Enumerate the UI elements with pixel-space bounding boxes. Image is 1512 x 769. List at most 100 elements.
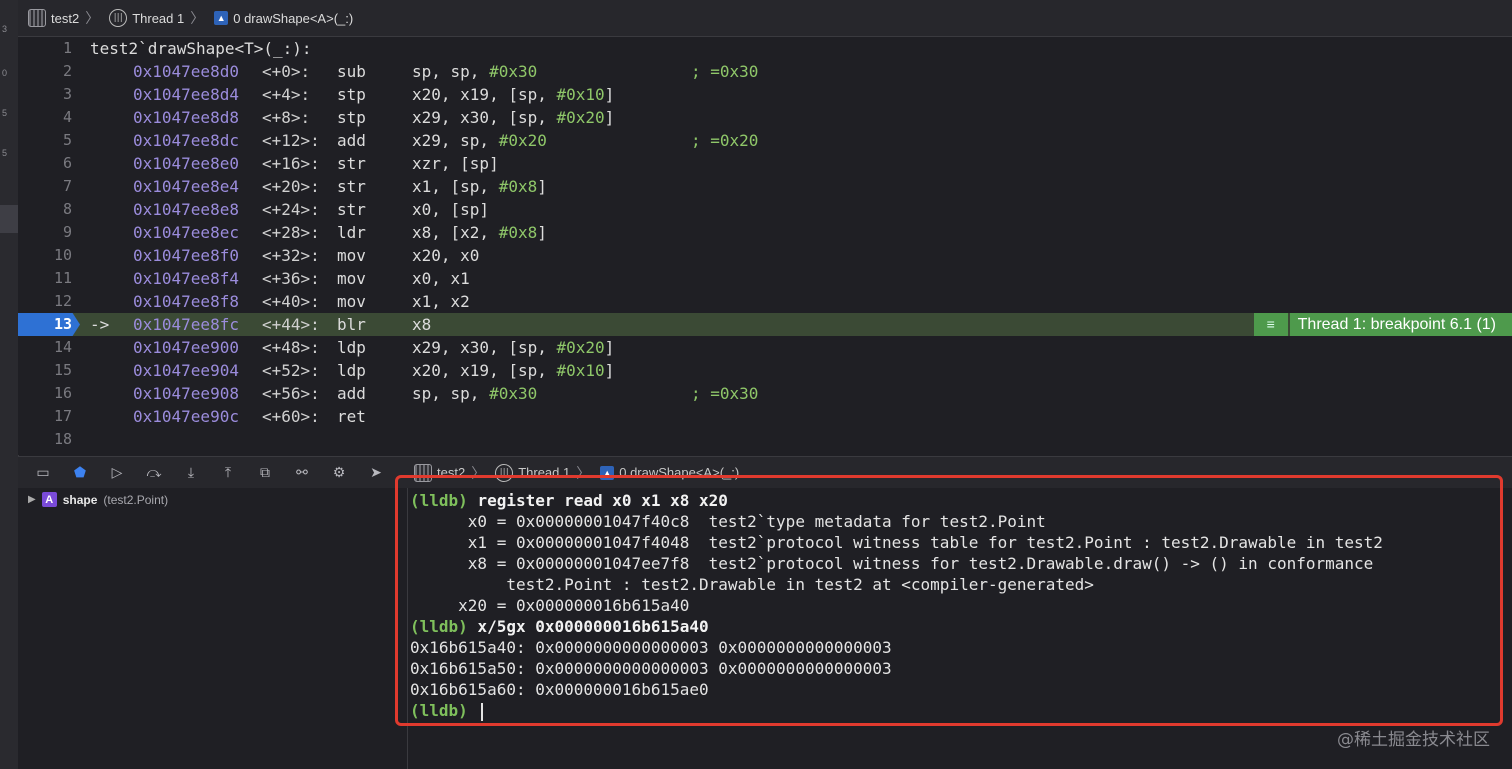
instruction-offset: <+36>: — [262, 269, 320, 288]
view-hierarchy-icon[interactable]: ⧉ — [253, 461, 277, 485]
code-line[interactable]: 6 0x1047ee8e0 <+16>: str xzr, [sp] — [18, 152, 1512, 175]
line-number: 3 — [62, 85, 72, 103]
instruction-offset: <+0>: — [262, 62, 311, 81]
function-header: test2`drawShape<T>(_:): — [90, 39, 312, 58]
code-line[interactable]: 10 0x1047ee8f0 <+32>: mov x20, x0 — [18, 244, 1512, 267]
instruction-operands: xzr, [sp] — [412, 152, 499, 175]
operand-registers: xzr, [sp] — [412, 154, 499, 173]
navigator-selection[interactable] — [0, 205, 18, 233]
code-line[interactable]: 3 0x1047ee8d4 <+4>: stp x20, x19, [sp, #0x10… — [18, 83, 1512, 106]
operand-registers: x29, x30, [sp, — [412, 338, 557, 357]
jumpbar-crumb-project[interactable]: test2 — [28, 9, 79, 27]
breakpoint-annotation[interactable]: ≡ Thread 1: breakpoint 6.1 (1) — [1253, 313, 1512, 336]
operand-immediate: #0x8 — [498, 223, 538, 242]
instruction-text: test2`drawShape<T>(_:): — [90, 37, 312, 60]
code-line[interactable]: 17 0x1047ee90c <+60>: ret — [18, 405, 1512, 428]
line-number: 7 — [62, 177, 72, 195]
thread-icon: ||| — [109, 9, 128, 27]
variable-row[interactable]: ▶ A shape (test2.Point) — [28, 492, 168, 507]
operand-tail: ] — [604, 361, 615, 380]
code-line[interactable]: 15 0x1047ee904 <+52>: ldp x20, x19, [sp, #0x… — [18, 359, 1512, 382]
navigator-glyph: 5 — [2, 148, 8, 158]
code-line[interactable]: 9 0x1047ee8ec <+28>: ldr x8, [x2, #0x8] — [18, 221, 1512, 244]
operand-registers: x20, x19, [sp, — [412, 85, 557, 104]
instruction-opcode: str — [337, 177, 366, 196]
operand-immediate: #0x30 — [489, 384, 538, 403]
instruction-offset: <+28>: — [262, 223, 320, 242]
instruction-text: 0x1047ee8e0 <+16>: str xzr, [sp] — [133, 152, 499, 175]
code-line[interactable]: 2 0x1047ee8d0 <+0>: sub sp, sp, #0x30 ; =0x30 — [18, 60, 1512, 83]
code-line[interactable]: 11 0x1047ee8f4 <+36>: mov x0, x1 — [18, 267, 1512, 290]
instruction-opcode: ret — [337, 407, 366, 426]
project-icon — [28, 9, 46, 27]
code-line[interactable]: 12 0x1047ee8f8 <+40>: mov x1, x2 — [18, 290, 1512, 313]
instruction-address: 0x1047ee8d4 — [133, 85, 239, 104]
instruction-opcode: add — [337, 384, 366, 403]
instruction-offset: <+12>: — [262, 131, 320, 150]
toggle-debug-area-icon[interactable]: ▭ — [31, 461, 55, 485]
line-number: 2 — [62, 62, 72, 80]
memory-graph-icon[interactable]: ⚯ — [290, 461, 314, 485]
operand-immediate: #0x30 — [489, 62, 538, 81]
line-number: 18 — [53, 430, 72, 448]
instruction-address: 0x1047ee8dc — [133, 131, 239, 150]
disassembly-editor[interactable]: 1 test2`drawShape<T>(_:): 2 0x1047ee8d0 <+0>… — [18, 37, 1512, 455]
instruction-opcode: mov — [337, 269, 366, 288]
instruction-text: 0x1047ee8fc <+44>: blr x8 — [133, 313, 431, 336]
instruction-address: 0x1047ee8e8 — [133, 200, 239, 219]
instruction-text: 0x1047ee8ec <+28>: ldr x8, [x2, #0x8] — [133, 221, 547, 244]
operand-registers: sp, sp, — [412, 384, 490, 403]
line-number: 9 — [62, 223, 72, 241]
instruction-offset: <+52>: — [262, 361, 320, 380]
instruction-opcode: str — [337, 154, 366, 173]
line-number: 5 — [62, 131, 72, 149]
jumpbar-crumb-thread[interactable]: ||| Thread 1 — [109, 9, 184, 27]
step-into-icon[interactable]: ⤓ — [179, 461, 203, 485]
annotation-menu-icon[interactable]: ≡ — [1253, 313, 1290, 336]
instruction-operands: sp, sp, #0x30 — [412, 382, 537, 405]
instruction-address: 0x1047ee8fc — [133, 315, 239, 334]
instruction-operands: x1, [sp, #0x8] — [412, 175, 547, 198]
watermark: @稀土掘金技术社区 — [1337, 730, 1490, 750]
instruction-text: 0x1047ee908 <+56>: add sp, sp, #0x30 ; =0x30 — [133, 382, 758, 405]
operand-immediate: #0x8 — [498, 177, 538, 196]
step-out-icon[interactable]: ⤒ — [216, 461, 240, 485]
instruction-address: 0x1047ee8f4 — [133, 269, 239, 288]
instruction-offset: <+20>: — [262, 177, 320, 196]
instruction-opcode: mov — [337, 292, 366, 311]
environment-overrides-icon[interactable]: ⚙ — [327, 461, 351, 485]
instruction-opcode: ldp — [337, 338, 366, 357]
step-over-icon[interactable]: ⤼ — [142, 461, 166, 485]
code-line[interactable]: 14 0x1047ee900 <+48>: ldp x29, x30, [sp, #0x… — [18, 336, 1512, 359]
simulate-location-icon[interactable]: ➤ — [364, 461, 388, 485]
code-line[interactable]: 7 0x1047ee8e4 <+20>: str x1, [sp, #0x8] — [18, 175, 1512, 198]
navigator-glyph: 3 — [2, 24, 8, 34]
instruction-text: 0x1047ee8d8 <+8>: stp x29, x30, [sp, #0x20] — [133, 106, 614, 129]
code-line[interactable]: 16 0x1047ee908 <+56>: add sp, sp, #0x30 ; =0x… — [18, 382, 1512, 405]
breakpoints-toggle-icon[interactable]: ⬟ — [68, 461, 92, 485]
instruction-offset: <+60>: — [262, 407, 320, 426]
code-line[interactable]: 1 test2`drawShape<T>(_:): — [18, 37, 1512, 60]
breakpoint-marker[interactable]: 13 — [18, 313, 80, 336]
code-line[interactable]: 5 0x1047ee8dc <+12>: add x29, sp, #0x20 ; =0x… — [18, 129, 1512, 152]
continue-icon[interactable]: ▷ — [105, 461, 129, 485]
operand-immediate: #0x10 — [556, 85, 605, 104]
instruction-operands: x29, x30, [sp, #0x20] — [412, 106, 614, 129]
line-number: 17 — [53, 407, 72, 425]
code-line[interactable]: 8 0x1047ee8e8 <+24>: str x0, [sp] — [18, 198, 1512, 221]
instruction-address: 0x1047ee8e4 — [133, 177, 239, 196]
operand-tail: ] — [537, 223, 547, 242]
instruction-text: 0x1047ee900 <+48>: ldp x29, x30, [sp, #0x20… — [133, 336, 614, 359]
code-line[interactable]: 18 — [18, 428, 1512, 451]
instruction-comment: ; =0x30 — [691, 62, 759, 81]
instruction-operands: x8 — [412, 313, 431, 336]
instruction-offset: <+44>: — [262, 315, 320, 334]
instruction-opcode: add — [337, 131, 366, 150]
current-instruction-line[interactable]: 13 -> 0x1047ee8fc <+44>: blr x8 ≡ Thread 1: bre… — [18, 313, 1512, 336]
variables-view: ▶ A shape (test2.Point) — [18, 488, 408, 769]
operand-registers: x8, [x2, — [412, 223, 499, 242]
instruction-text: 0x1047ee8f8 <+40>: mov x1, x2 — [133, 290, 470, 313]
disclosure-triangle-icon[interactable]: ▶ — [28, 494, 36, 505]
jumpbar-crumb-frame[interactable]: ▲ 0 drawShape<A>(_:) — [214, 11, 353, 26]
code-line[interactable]: 4 0x1047ee8d8 <+8>: stp x29, x30, [sp, #0x20… — [18, 106, 1512, 129]
